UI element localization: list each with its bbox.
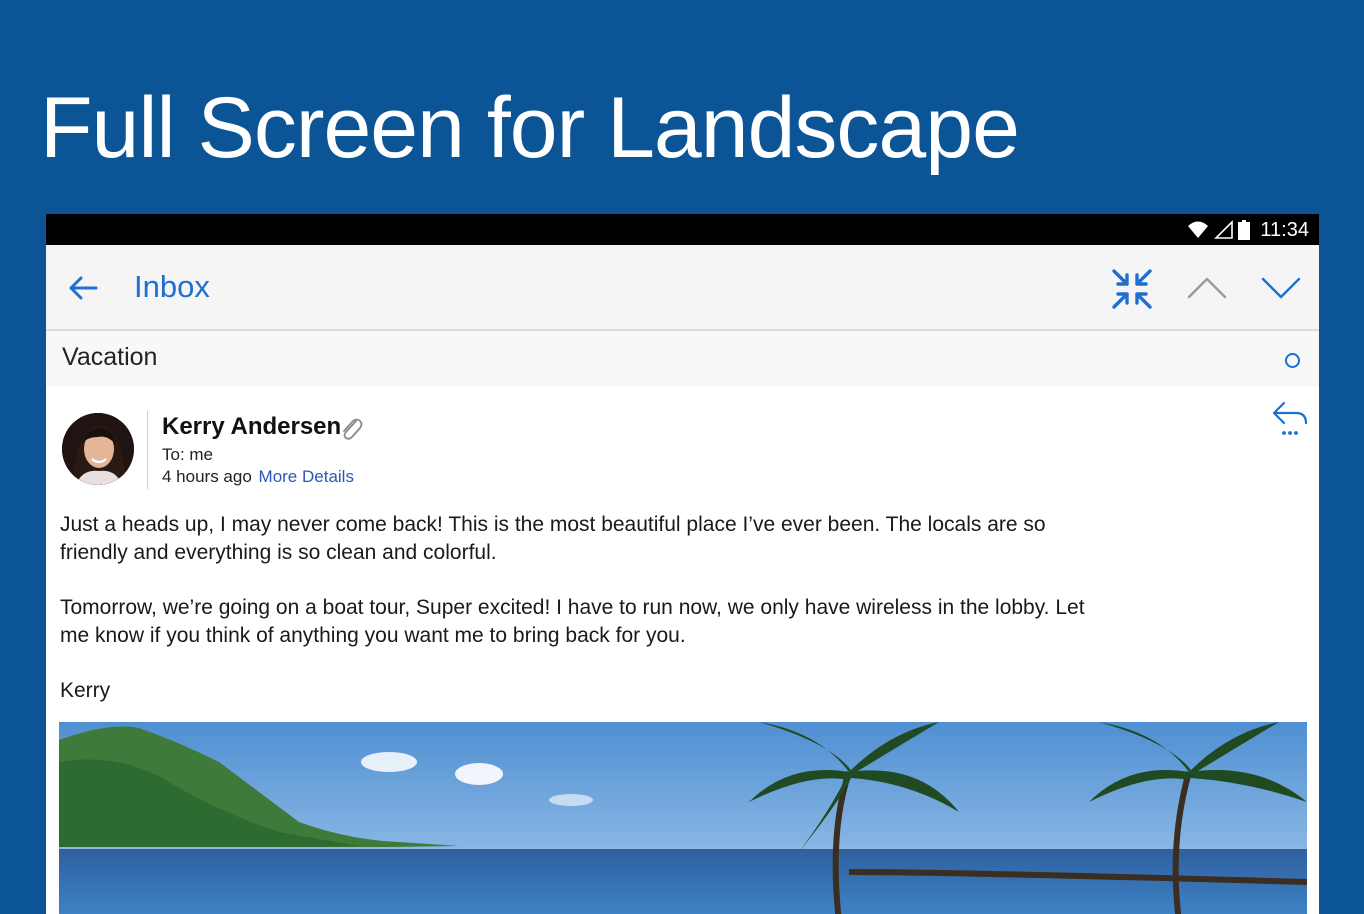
header-divider [147, 411, 148, 489]
beach-photo [59, 722, 1307, 914]
time-ago: 4 hours ago [162, 467, 252, 486]
attached-photo[interactable] [59, 722, 1307, 914]
avatar-image [62, 413, 134, 485]
recipient-line: To: me [162, 445, 214, 464]
body-paragraph: Just a heads up, I may never come back! … [60, 513, 1046, 564]
unread-indicator[interactable] [1285, 353, 1300, 368]
app-title: Inbox [134, 269, 210, 304]
device-screen: 11:34 Inbox Vacation Kerry Andersen To: … [46, 214, 1319, 914]
status-time: 11:34 [1260, 218, 1309, 241]
chevron-up-icon[interactable] [1186, 271, 1228, 305]
status-bar: 11:34 [46, 214, 1319, 245]
avatar[interactable] [62, 413, 134, 485]
status-icons: 11:34 [1186, 218, 1309, 242]
paperclip-icon [343, 418, 363, 440]
wifi-icon [1188, 221, 1209, 238]
body-signature: Kerry [60, 679, 111, 702]
message-header: Kerry Andersen To: me 4 hours ago More D… [46, 387, 1319, 515]
reply-icon[interactable] [1270, 399, 1312, 439]
subject-bar: Vacation [46, 331, 1319, 387]
arrow-left-icon[interactable] [66, 271, 100, 305]
chevron-down-icon[interactable] [1260, 271, 1302, 305]
timestamp-line: 4 hours ago More Details [162, 467, 354, 487]
body-paragraph: Tomorrow, we’re going on a boat tour, Su… [60, 596, 1085, 647]
more-details-link[interactable]: More Details [259, 467, 354, 486]
headline: Full Screen for Landscape [40, 80, 1020, 176]
sender-name: Kerry Andersen [162, 413, 342, 440]
signal-icon [1214, 220, 1234, 239]
battery-icon [1238, 220, 1251, 240]
app-bar: Inbox [46, 245, 1319, 331]
message-body: Just a heads up, I may never come back! … [60, 511, 1100, 733]
collapse-fullscreen-icon[interactable] [1110, 267, 1154, 311]
message-subject: Vacation [62, 343, 158, 371]
